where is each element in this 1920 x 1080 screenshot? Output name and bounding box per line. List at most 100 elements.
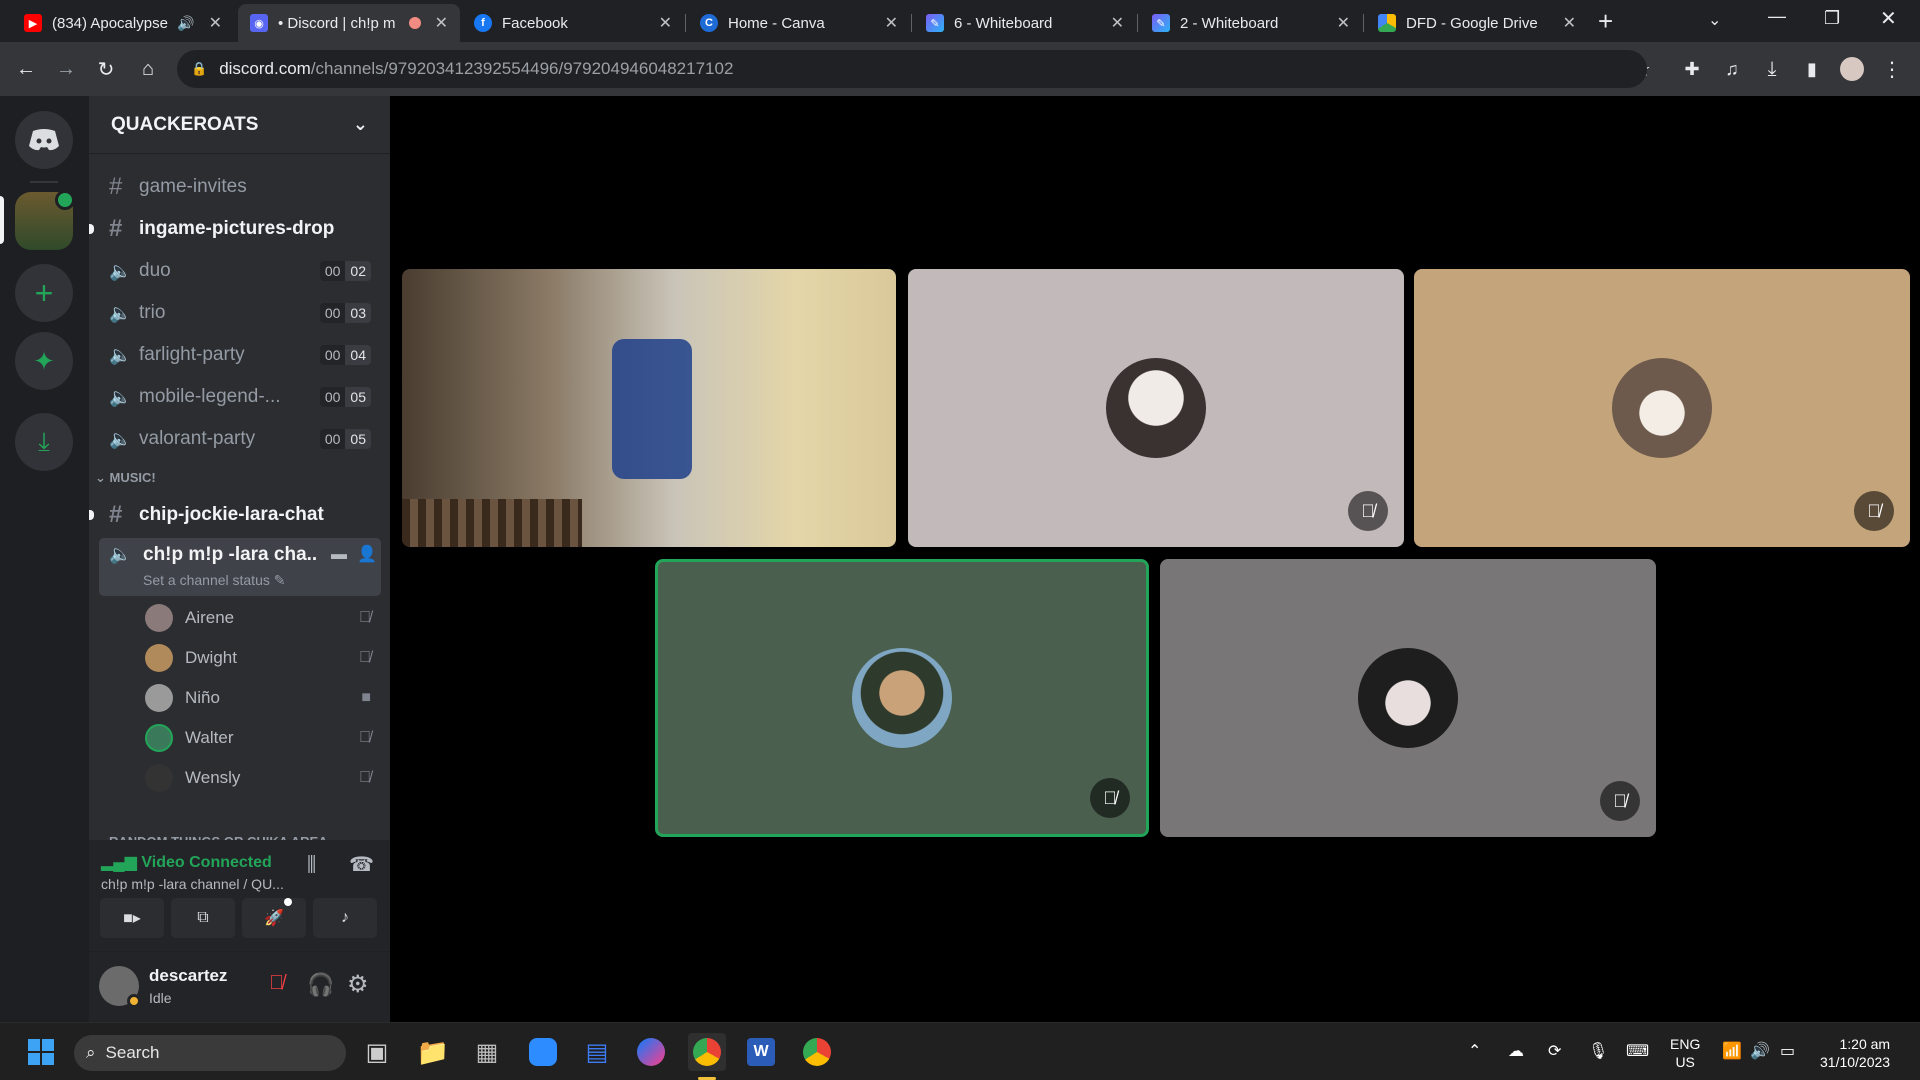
tab-youtube[interactable]: ▶ (834) Apocalypse 🔊 ✕ bbox=[12, 4, 234, 42]
video-tile-participant[interactable]: 🎙̸ bbox=[1160, 559, 1656, 837]
text-channel-icon: # bbox=[109, 173, 123, 200]
sync-icon[interactable]: ⟳ bbox=[1548, 1041, 1561, 1061]
home-icon[interactable]: ⌂ bbox=[134, 55, 162, 83]
notepad-icon[interactable]: ▤ bbox=[578, 1033, 616, 1071]
file-explorer-icon[interactable]: 📁 bbox=[414, 1033, 452, 1071]
video-tile-participant[interactable]: 🎙̸ bbox=[908, 269, 1404, 547]
volume-icon[interactable]: 🔊 bbox=[1750, 1041, 1770, 1061]
server-quackeroats[interactable] bbox=[15, 190, 75, 250]
media-control-icon[interactable]: ♫ bbox=[1718, 55, 1746, 83]
chrome-icon[interactable] bbox=[798, 1033, 836, 1071]
restore-button[interactable]: ❐ bbox=[1824, 8, 1840, 29]
voice-channel-mobile-legend[interactable]: 🔈 mobile-legend-... 00 05 bbox=[99, 378, 381, 416]
start-button[interactable] bbox=[22, 1033, 60, 1071]
connection-status[interactable]: ▂▄▆ Video Connected bbox=[101, 852, 272, 872]
soundboard-button[interactable]: ♪ bbox=[313, 898, 377, 938]
tab-discord[interactable]: ◉ • Discord | ch!p m ✕ bbox=[238, 4, 460, 42]
side-panel-icon[interactable]: ▮ bbox=[1798, 55, 1826, 83]
avatar[interactable] bbox=[99, 966, 141, 1008]
toggle-camera-button[interactable]: ■▸ bbox=[100, 898, 164, 938]
invite-user-icon[interactable]: 👤 bbox=[357, 544, 377, 564]
keyboard-icon[interactable]: ⌨ bbox=[1626, 1041, 1649, 1061]
category-music[interactable]: ⌄ MUSIC! bbox=[95, 470, 156, 486]
mute-mic-icon[interactable]: 🎙̸ bbox=[269, 972, 284, 995]
word-icon[interactable]: W bbox=[742, 1033, 780, 1071]
connection-detail[interactable]: ch!p m!p -lara channel / QU... bbox=[101, 876, 284, 892]
voice-channel-duo[interactable]: 🔈 duo 00 02 bbox=[99, 252, 381, 290]
voice-member-dwight[interactable]: Dwight 🎙̸ bbox=[145, 640, 381, 676]
tab-whiteboard-2[interactable]: ✎ 2 - Whiteboard ✕ bbox=[1140, 4, 1362, 42]
new-tab-button[interactable]: + bbox=[1598, 6, 1613, 37]
back-icon[interactable]: ← bbox=[12, 55, 40, 83]
close-tab-icon[interactable]: ✕ bbox=[1329, 13, 1350, 33]
messenger-icon[interactable] bbox=[632, 1033, 670, 1071]
close-window-button[interactable]: ✕ bbox=[1880, 6, 1897, 31]
tab-facebook[interactable]: f Facebook ✕ bbox=[462, 4, 684, 42]
extensions-icon[interactable]: ✚ bbox=[1678, 55, 1706, 83]
open-chat-icon[interactable]: ▬ bbox=[331, 546, 347, 564]
minimize-button[interactable]: — bbox=[1768, 6, 1786, 27]
username[interactable]: descartez bbox=[149, 966, 227, 986]
video-tile-camera[interactable] bbox=[402, 269, 896, 547]
clock[interactable]: 1:20 am 31/10/2023 bbox=[1820, 1035, 1890, 1071]
share-screen-button[interactable]: ⧉ bbox=[171, 898, 235, 938]
user-limit-badge: 00 02 bbox=[319, 261, 371, 281]
voice-member-nino[interactable]: Niño ■ bbox=[145, 680, 381, 716]
language-indicator[interactable]: ENG US bbox=[1670, 1035, 1700, 1071]
add-server-button[interactable]: + bbox=[15, 264, 73, 322]
tab-google-drive[interactable]: DFD - Google Drive ✕ bbox=[1366, 4, 1588, 42]
server-header[interactable]: QUACKEROATS ⌄ bbox=[89, 96, 390, 154]
onedrive-icon[interactable]: ☁ bbox=[1508, 1041, 1524, 1061]
voice-member-walter[interactable]: Walter 🎙̸ bbox=[145, 720, 381, 756]
task-view-icon[interactable]: ▣ bbox=[358, 1033, 396, 1071]
forward-icon[interactable]: → bbox=[52, 55, 80, 83]
download-icon[interactable]: ⤓ bbox=[1758, 55, 1786, 83]
explore-servers-icon[interactable]: ✦ bbox=[15, 332, 73, 390]
microphone-icon[interactable]: 🎙 bbox=[1588, 1041, 1608, 1061]
user-limit-badge: 00 04 bbox=[319, 345, 371, 365]
tab-whiteboard-6[interactable]: ✎ 6 - Whiteboard ✕ bbox=[914, 4, 1136, 42]
show-hidden-icons-icon[interactable]: ⌃ bbox=[1468, 1041, 1481, 1061]
voice-channel-farlight-party[interactable]: 🔈 farlight-party 00 04 bbox=[99, 336, 381, 374]
battery-icon[interactable]: ▭ bbox=[1780, 1041, 1795, 1061]
speaker-icon[interactable]: 🔊 bbox=[177, 15, 194, 32]
discord-home-button[interactable] bbox=[15, 111, 73, 169]
settings-gear-icon[interactable]: ⚙ bbox=[347, 970, 369, 999]
activities-button[interactable]: 🚀 bbox=[242, 898, 306, 938]
voice-channel-valorant-party[interactable]: 🔈 valorant-party 00 05 bbox=[99, 420, 381, 458]
video-tile-participant[interactable]: 🎙̸ bbox=[1414, 269, 1910, 547]
channel-chip-jockie-lara-chat[interactable]: # chip-jockie-lara-chat bbox=[89, 496, 381, 534]
headphones-icon[interactable]: 🎧 bbox=[307, 972, 334, 998]
channel-ingame-pictures-drop[interactable]: # ingame-pictures-drop bbox=[89, 210, 381, 248]
active-voice-channel[interactable]: 🔈 ch!p m!p -lara cha... Set a channel st… bbox=[99, 538, 381, 596]
close-tab-icon[interactable]: ✕ bbox=[877, 13, 898, 33]
close-tab-icon[interactable]: ✕ bbox=[427, 13, 448, 33]
tab-search-icon[interactable]: ⌄ bbox=[1708, 10, 1721, 30]
discord-logo-icon bbox=[29, 129, 59, 151]
reload-icon[interactable]: ↻ bbox=[92, 55, 120, 83]
disconnect-icon[interactable]: ☎ bbox=[349, 852, 374, 877]
chrome-icon-active[interactable] bbox=[688, 1033, 726, 1071]
close-tab-icon[interactable]: ✕ bbox=[651, 13, 672, 33]
voice-channel-trio[interactable]: 🔈 trio 00 03 bbox=[99, 294, 381, 332]
channel-game-invites[interactable]: # game-invites bbox=[99, 168, 381, 206]
wifi-icon[interactable]: 📶 bbox=[1722, 1041, 1742, 1061]
browser-menu-icon[interactable]: ⋮ bbox=[1878, 55, 1906, 83]
tab-canva[interactable]: C Home - Canva ✕ bbox=[688, 4, 910, 42]
voice-member-wensly[interactable]: Wensly 🎙̸ bbox=[145, 760, 381, 796]
download-apps-icon[interactable]: ⤓ bbox=[15, 413, 73, 471]
taskbar-search[interactable]: ⌕ Search bbox=[74, 1035, 346, 1071]
video-tile-speaking[interactable]: 🎙̸ bbox=[655, 559, 1149, 837]
close-tab-icon[interactable]: ✕ bbox=[201, 13, 222, 33]
close-tab-icon[interactable]: ✕ bbox=[1103, 13, 1124, 33]
channel-status-field[interactable]: Set a channel status ✎ bbox=[143, 572, 286, 589]
address-bar[interactable]: 🔒 discord.com/channels/97920341239255449… bbox=[177, 50, 1647, 88]
calculator-icon[interactable]: ▦ bbox=[468, 1033, 506, 1071]
close-tab-icon[interactable]: ✕ bbox=[1555, 13, 1576, 33]
zoom-icon[interactable] bbox=[524, 1033, 562, 1071]
chevron-down-icon[interactable]: ⌄ bbox=[353, 114, 368, 135]
voice-member-airene[interactable]: Airene 🎙̸ bbox=[145, 600, 381, 636]
profile-avatar[interactable] bbox=[1838, 55, 1866, 83]
noise-suppression-icon[interactable]: ⫼ bbox=[307, 854, 316, 877]
chevron-down-icon: ⌄ bbox=[95, 470, 110, 485]
